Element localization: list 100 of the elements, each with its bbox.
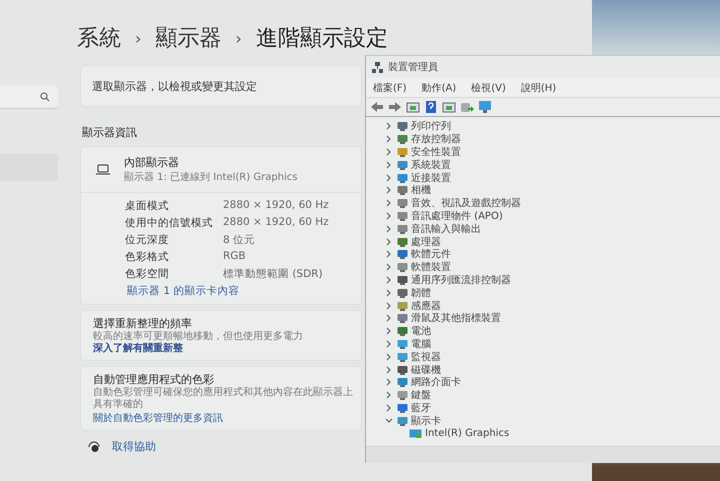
tree-item-label: 處理器	[411, 236, 441, 249]
monitor-icon	[478, 100, 492, 114]
tree-item[interactable]: 列印佇列	[384, 120, 720, 133]
help-icon	[88, 440, 100, 452]
scan-hardware-button[interactable]	[478, 100, 492, 114]
tree-item-label: 藍牙	[411, 402, 431, 415]
tree-item-label: 軟體裝置	[411, 260, 451, 274]
spec-label: 使用中的信號模式	[125, 216, 214, 231]
tree-item[interactable]: 音訊處理物件 (APO)	[384, 210, 720, 222]
device-icon	[397, 172, 408, 183]
device-icon	[397, 160, 408, 170]
left-arrow-icon	[370, 100, 384, 114]
search-field[interactable]	[0, 85, 58, 109]
device-icon	[397, 198, 408, 208]
setting-card[interactable]: 選擇重新整理的頻率 較高的速率可更順暢地移動，但也使用更多電力 深入了解有關重新整	[80, 310, 362, 361]
menu-item[interactable]: 檔案(F)	[373, 81, 407, 94]
setting-card[interactable]: 自動管理應用程式的色彩 自動色彩管理可確保您的應用程式和其他內容在此顯示器上具有準確的 關於自動色彩管理的更多資訊	[80, 366, 362, 431]
tree-item[interactable]: Intel(R) Graphics	[384, 427, 720, 440]
display-name: 內部顯示器	[124, 155, 180, 170]
tree-item[interactable]: 系統裝置	[384, 158, 720, 172]
tree-item[interactable]: 鍵盤	[384, 388, 720, 402]
tree-item[interactable]: 近接裝置	[384, 171, 720, 184]
spec-label: 位元深度	[125, 233, 170, 248]
spec-label: 色彩格式	[125, 250, 170, 265]
select-display-text: 選取顯示器，以檢視或變更其設定	[92, 78, 257, 94]
device-icon	[397, 249, 408, 260]
device-icon	[397, 134, 408, 144]
learn-more-link[interactable]: 深入了解有關重新整	[93, 343, 183, 354]
tree-item-label: 電池	[411, 324, 431, 338]
window-title: 裝置管理員	[388, 60, 438, 74]
display-subtitle: 顯示器 1: 已連線到 Intel(R) Graphics	[124, 170, 298, 184]
spec-value: 2880 × 1920, 60 Hz	[223, 199, 330, 213]
menu-item[interactable]: 動作(A)	[422, 81, 456, 94]
tree-item[interactable]: 磁碟機	[384, 363, 720, 376]
tree-item-label: 存放控制器	[411, 132, 461, 146]
tree-item-label: 相機	[411, 184, 431, 198]
tree-item-label: 音訊輸入與輸出	[411, 222, 481, 236]
tree-item[interactable]: 監視器	[384, 350, 720, 364]
tree-item-label: 韌體	[411, 286, 431, 300]
tree-item[interactable]: 感應器	[384, 299, 720, 312]
tree-item[interactable]: 藍牙	[384, 402, 720, 414]
tree-item-label: 近接裝置	[411, 172, 451, 184]
spec-label: 色彩空間	[125, 267, 170, 282]
properties-button[interactable]	[406, 100, 420, 114]
tree-item-label: 列印佇列	[411, 120, 451, 134]
tree-item-label: 電腦	[411, 338, 431, 351]
menu-item[interactable]: 說明(H)	[520, 81, 556, 94]
device-icon	[397, 288, 408, 298]
device-icon	[397, 274, 408, 285]
right-arrow-icon	[388, 100, 402, 114]
tree-item[interactable]: 相機	[384, 184, 720, 197]
device-icon	[397, 236, 408, 247]
tree-item[interactable]: 音訊輸入與輸出	[384, 222, 720, 236]
tree-item[interactable]: 顯示卡	[384, 414, 720, 428]
tree-item[interactable]: 滑鼠及其他指標裝置	[384, 312, 720, 325]
device-icon	[397, 224, 408, 234]
spec-label: 桌面模式	[125, 199, 170, 214]
back-button[interactable]	[370, 100, 384, 114]
spec-value: 8 位元	[223, 233, 256, 248]
device-icon	[397, 402, 408, 413]
tree-item[interactable]: 存放控制器	[384, 132, 720, 146]
tree-item[interactable]: 電腦	[384, 338, 720, 350]
forward-button[interactable]	[388, 100, 402, 114]
tree-item[interactable]: 音效、視訊及遊戲控制器	[384, 196, 720, 210]
tree-item[interactable]: 電池	[384, 324, 720, 338]
select-display-card[interactable]: 選取顯示器，以檢視或變更其設定	[80, 65, 362, 107]
tree-item[interactable]: 處理器	[384, 235, 720, 248]
display-adapter-icon	[409, 428, 422, 439]
device-icon	[397, 377, 408, 388]
breadcrumb-separator: ›	[135, 28, 142, 48]
help-button[interactable]	[424, 100, 438, 114]
device-icon	[397, 146, 408, 157]
device-update-icon	[460, 100, 474, 114]
adapter-properties-link[interactable]: 顯示器 1 的顯示卡內容	[127, 285, 240, 297]
update-driver-button[interactable]	[460, 100, 474, 114]
device-icon	[397, 352, 408, 362]
spec-value: RGB	[223, 250, 247, 264]
menu-item[interactable]: 檢視(V)	[471, 81, 506, 94]
window-icon	[442, 100, 456, 114]
tree-item-label: 鍵盤	[411, 389, 431, 402]
laptop-icon	[96, 164, 110, 175]
tree-item[interactable]: 通用序列匯流排控制器	[384, 274, 720, 286]
tree-item[interactable]: 網路介面卡	[384, 376, 720, 389]
tree-item-label: Intel(R) Graphics	[425, 428, 510, 440]
tree-item[interactable]: 軟體元件	[384, 248, 720, 261]
more-info-link[interactable]: 關於自動色彩管理的更多資訊	[93, 411, 353, 425]
breadcrumb-item[interactable]: 顯示器	[155, 23, 222, 53]
view-button[interactable]	[442, 100, 456, 114]
tree-item-label: 安全性裝置	[411, 146, 461, 159]
tree-item-label: 系統裝置	[411, 158, 451, 172]
device-icon	[397, 364, 408, 375]
device-icon	[397, 390, 408, 400]
breadcrumb-separator: ›	[235, 28, 242, 48]
tree-item[interactable]: 軟體裝置	[384, 260, 720, 274]
tree-item-label: 磁碟機	[411, 364, 441, 377]
tree-item[interactable]: 安全性裝置	[384, 146, 720, 158]
breadcrumb-item[interactable]: 系統	[77, 23, 121, 53]
get-help-link[interactable]: 取得協助	[112, 439, 156, 454]
tree-item[interactable]: 韌體	[384, 286, 720, 300]
network-computer-icon	[372, 62, 383, 72]
